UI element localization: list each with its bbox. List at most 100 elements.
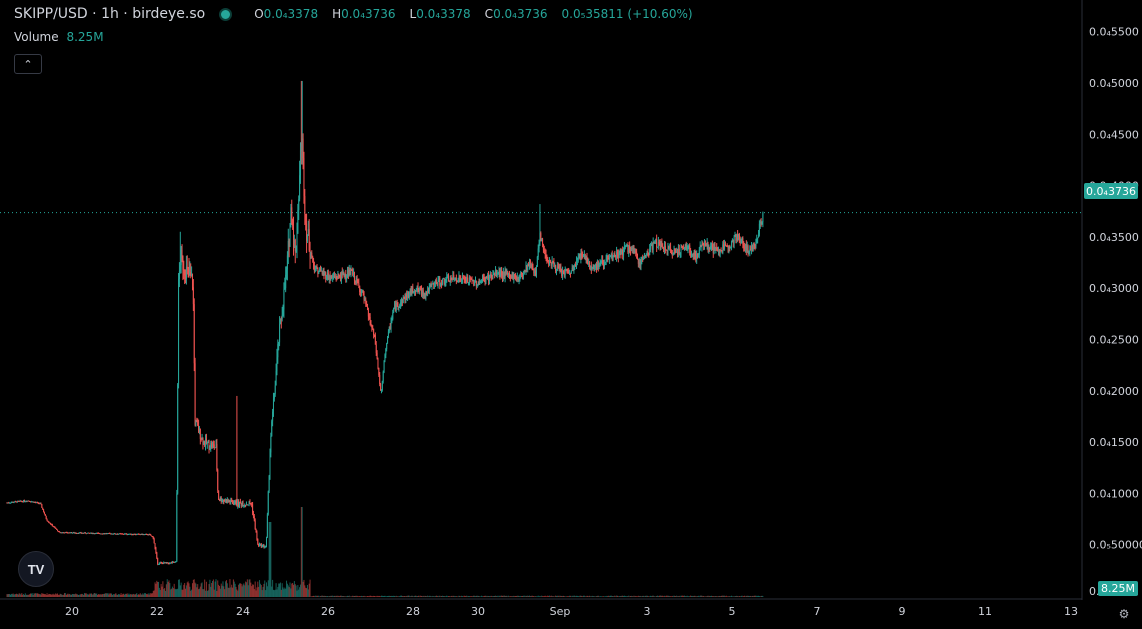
volume-bar [632, 596, 634, 597]
candle-body [637, 258, 639, 264]
volume-bar [47, 594, 49, 597]
x-tick-label: 26 [321, 605, 335, 618]
volume-bar [515, 595, 517, 597]
volume-bar [304, 585, 306, 597]
volume-bar [24, 593, 26, 597]
symbol-title[interactable]: SKIPP/USD · 1h · birdeye.so [14, 6, 205, 22]
candle-body [407, 292, 409, 298]
candle-body [326, 278, 328, 280]
volume-bar [671, 595, 673, 597]
volume-bar [102, 594, 104, 597]
high-key: H [332, 6, 342, 21]
candle-body [715, 247, 717, 251]
volume-bar [380, 596, 382, 597]
candle-body [617, 254, 619, 258]
candle-body [689, 245, 691, 254]
candle-body [36, 502, 38, 504]
volume-bar [268, 522, 270, 597]
volume-bar [507, 596, 509, 597]
volume-bar [588, 596, 590, 597]
settings-icon[interactable]: ⚙ [1116, 606, 1132, 622]
volume-bar [395, 595, 397, 597]
candle-body [368, 316, 370, 318]
volume-bar [613, 596, 615, 597]
candle-body [512, 275, 514, 280]
candle-body [650, 244, 652, 246]
volume-bar [131, 594, 133, 597]
candle-body [723, 244, 725, 249]
volume-bar [191, 583, 193, 597]
candle-body [347, 270, 349, 277]
candle-body [138, 533, 140, 535]
price-chart[interactable]: 0.0₄55000.0₄50000.0₄45000.0₄40000.0₄3500… [0, 0, 1142, 629]
volume-bar [137, 594, 139, 597]
volume-bar [191, 589, 193, 597]
candle-body [192, 287, 194, 305]
volume-bar [291, 583, 293, 597]
collapse-legend-button[interactable]: ⌃ [14, 54, 42, 74]
volume-bar [629, 596, 631, 597]
tradingview-logo-icon[interactable]: TV [18, 551, 54, 587]
volume-bar [290, 588, 292, 597]
volume-bar [287, 585, 289, 597]
candle-body [204, 441, 206, 446]
candle-body [430, 284, 432, 286]
volume-bar [283, 589, 285, 597]
volume-bar [317, 596, 319, 597]
candle-body [223, 500, 225, 502]
volume-bar [707, 595, 709, 597]
volume-bar [628, 595, 630, 597]
candle-body [312, 256, 314, 259]
volume-bar [710, 596, 712, 597]
candle-body [738, 233, 739, 237]
candle-body [172, 561, 174, 563]
volume-bar [522, 595, 524, 597]
candle-body [335, 276, 337, 278]
volume-bar [562, 595, 564, 597]
candle-body [709, 248, 711, 250]
volume-bar [603, 596, 605, 597]
candle-body [177, 384, 179, 494]
candle-body [622, 249, 624, 256]
candle-body [323, 271, 325, 275]
volume-label: Volume [14, 30, 59, 44]
candle-body [488, 275, 490, 281]
candle-body [415, 290, 417, 292]
volume-bar [36, 593, 38, 597]
candle-body [188, 268, 190, 275]
volume-bar [414, 595, 416, 597]
volume-bar [469, 596, 471, 597]
volume-bar [97, 594, 99, 597]
candle-body [313, 265, 315, 272]
candle-body [178, 279, 180, 385]
candle-body [216, 444, 218, 470]
volume-bar [83, 594, 85, 597]
volume-bar [165, 584, 167, 597]
volume-bar [508, 595, 510, 597]
volume-bar [556, 595, 558, 597]
volume-bar [717, 596, 719, 597]
candle-body [612, 257, 614, 261]
volume-bar [30, 593, 32, 597]
volume-bar [500, 595, 502, 597]
volume-bar [252, 584, 254, 597]
volume-bar [311, 596, 313, 597]
candle-body [144, 534, 146, 536]
volume-bar [624, 595, 626, 597]
candle-body [326, 273, 328, 279]
volume-bar [594, 596, 596, 597]
volume-bar [249, 579, 251, 597]
candle-body [675, 250, 677, 253]
y-tick-label: 0.0₄1000 [1089, 487, 1139, 500]
volume-bar [618, 596, 620, 597]
candle-body [474, 282, 476, 286]
volume-bar [200, 583, 202, 597]
candle-body [120, 533, 122, 535]
candle-body [47, 520, 49, 522]
volume-bar [397, 596, 399, 597]
volume-bar [742, 596, 744, 597]
candle-body [555, 265, 557, 272]
volume-bar [281, 583, 283, 597]
volume-bar [676, 595, 678, 597]
candle-body [356, 277, 358, 283]
